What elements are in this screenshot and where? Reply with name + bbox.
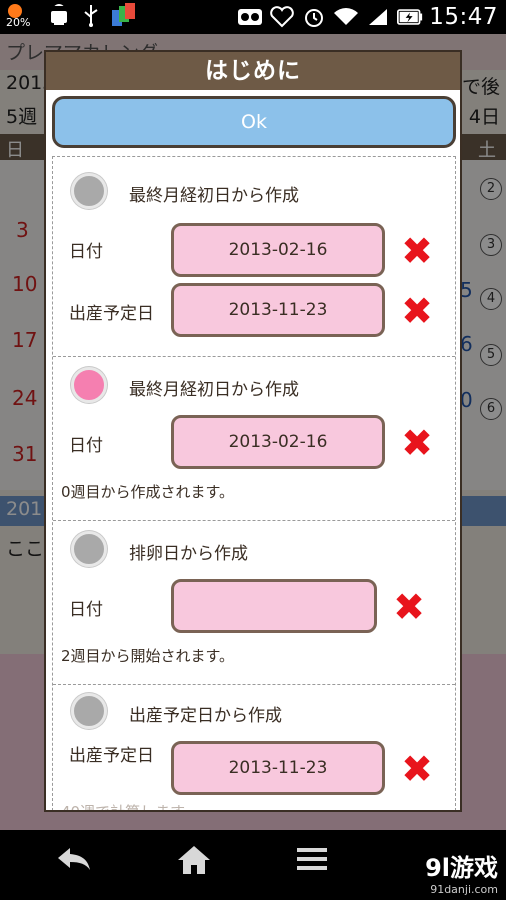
alarm-icon [301, 4, 327, 30]
due-date-label: 出産予定日 [69, 746, 154, 766]
dialog-title: はじめに [46, 52, 460, 90]
option-lmp: 最終月経初日から作成 日付 2013-02-16 ✖ 0週目から作成されます。 [53, 357, 455, 521]
weather-icon: 20% [6, 2, 40, 32]
home-icon[interactable] [172, 844, 216, 884]
apps-icon [110, 2, 136, 28]
signal-icon [365, 4, 391, 30]
option-note: 40週で計算します。 [61, 803, 199, 812]
option-ovulation: 排卵日から作成 日付 ✖ 2週目から開始されます。 [53, 521, 455, 685]
option-note: 2週目から開始されます。 [61, 647, 235, 665]
status-right: 15:47 [237, 2, 498, 32]
watermark-sub: 91danji.com [430, 883, 498, 896]
wifi-icon [333, 4, 359, 30]
clear-icon[interactable]: ✖ [399, 232, 435, 270]
ok-button[interactable]: Ok [52, 96, 456, 148]
intro-dialog: はじめに Ok 最終月経初日から作成 日付 2013-02-16 ✖ 出産予定日… [44, 50, 462, 812]
voicemail-icon [237, 4, 263, 30]
battery-percent: 20% [6, 16, 31, 29]
status-left: 20% [6, 2, 136, 32]
navigation-bar: 9l游戏 91danji.com [0, 830, 506, 900]
option-label: 最終月経初日から作成 [129, 380, 299, 400]
back-icon[interactable] [52, 844, 96, 884]
clear-icon[interactable]: ✖ [399, 292, 435, 330]
clear-icon[interactable]: ✖ [399, 750, 435, 788]
options-panel: 最終月経初日から作成 日付 2013-02-16 ✖ 出産予定日 2013-11… [52, 156, 456, 812]
radio-button[interactable] [71, 693, 107, 729]
option-label: 最終月経初日から作成 [129, 186, 299, 206]
radio-button-selected[interactable] [71, 367, 107, 403]
clear-icon[interactable]: ✖ [391, 588, 427, 626]
due-date-field[interactable]: 2013-11-23 [171, 283, 385, 337]
date-field[interactable]: 2013-02-16 [171, 415, 385, 469]
android-icon [46, 2, 72, 28]
clear-icon[interactable]: ✖ [399, 424, 435, 462]
clock: 15:47 [429, 4, 498, 30]
radio-button[interactable] [71, 173, 107, 209]
watermark-main: 9l游戏 [425, 854, 498, 882]
usb-icon [78, 2, 104, 28]
date-field[interactable] [171, 579, 377, 633]
option-label: 出産予定日から作成 [129, 706, 282, 726]
battery-icon [397, 4, 423, 30]
date-label: 日付 [69, 436, 103, 456]
date-field[interactable]: 2013-02-16 [171, 223, 385, 277]
heart-icon [269, 4, 295, 30]
option-note: 0週目から作成されます。 [61, 483, 235, 501]
watermark-logo: 9l游戏 91danji.com [425, 848, 498, 896]
radio-button[interactable] [71, 531, 107, 567]
menu-icon[interactable] [290, 844, 334, 884]
option-due-date: 出産予定日から作成 出産予定日 2013-11-23 ✖ 40週で計算します。 [53, 685, 455, 812]
option-lmp-with-due-date: 最終月経初日から作成 日付 2013-02-16 ✖ 出産予定日 2013-11… [53, 157, 455, 357]
status-bar: 20% 15:47 [0, 0, 506, 34]
date-label: 日付 [69, 600, 103, 620]
due-date-field[interactable]: 2013-11-23 [171, 741, 385, 795]
due-date-label: 出産予定日 [69, 304, 154, 324]
date-label: 日付 [69, 242, 103, 262]
option-label: 排卵日から作成 [129, 544, 248, 564]
